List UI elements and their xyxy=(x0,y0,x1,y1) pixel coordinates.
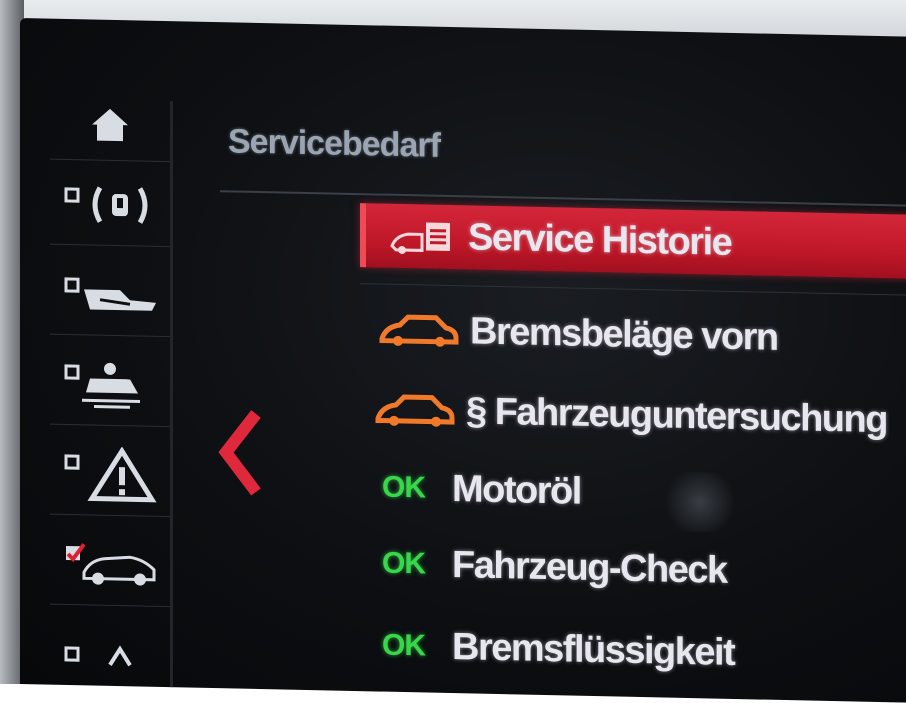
list-item-label: Bremsbeläge vorn xyxy=(470,309,778,359)
sidebar-item-home[interactable] xyxy=(50,88,170,163)
sidebar-divider xyxy=(170,101,173,702)
sidebar-item-tire-pressure[interactable] xyxy=(50,163,170,248)
list-item-brake-fluid[interactable]: OK Bremsflüssigkeit xyxy=(360,613,906,689)
list-item-label: Service Historie xyxy=(468,215,732,264)
sidebar-item-vehicle-settings[interactable] xyxy=(50,253,170,338)
home-icon xyxy=(92,108,128,142)
list-item-vehicle-check[interactable]: OK Fahrzeug-Check xyxy=(360,531,906,607)
ok-status-badge: OK xyxy=(382,546,425,581)
service-history-icon xyxy=(390,222,450,255)
ok-status-badge: OK xyxy=(382,470,425,505)
car-orange-icon xyxy=(379,314,459,347)
more-settings-icon xyxy=(64,645,132,667)
sidebar xyxy=(50,88,180,703)
infotainment-screen: Servicebedarf Service Historie Bremsbelä… xyxy=(20,18,906,703)
list-item-engine-oil[interactable]: OK Motoröl xyxy=(360,455,906,531)
page-title: Servicebedarf xyxy=(228,122,440,165)
vehicle-status-icon xyxy=(66,543,156,586)
list-item-label: § Fahrzeuguntersuchung xyxy=(466,389,887,441)
vehicle-settings-icon xyxy=(64,277,156,311)
screen-reflection xyxy=(660,471,740,534)
header-divider xyxy=(220,190,906,207)
list-item-vehicle-inspection[interactable]: § Fahrzeuguntersuchung xyxy=(360,377,906,453)
list-item-label: Bremsflüssigkeit xyxy=(452,625,735,674)
sidebar-item-warning[interactable] xyxy=(50,433,170,518)
sidebar-item-driver-assist[interactable] xyxy=(50,343,170,428)
back-chevron-icon[interactable] xyxy=(216,407,266,498)
list-item-brake-pads[interactable]: Bremsbeläge vorn xyxy=(360,297,906,373)
sidebar-item-vehicle-status[interactable] xyxy=(50,523,170,608)
row-divider xyxy=(360,283,906,296)
warning-triangle-icon xyxy=(64,446,157,503)
list-item-label: Motoröl xyxy=(452,467,581,513)
list-item-service-history[interactable]: Service Historie xyxy=(360,203,906,280)
ok-status-badge: OK xyxy=(382,628,425,663)
tire-pressure-icon xyxy=(64,186,148,224)
list-item-label: Fahrzeug-Check xyxy=(452,543,727,592)
driver-assist-icon xyxy=(64,362,140,409)
car-orange-icon xyxy=(375,394,455,427)
